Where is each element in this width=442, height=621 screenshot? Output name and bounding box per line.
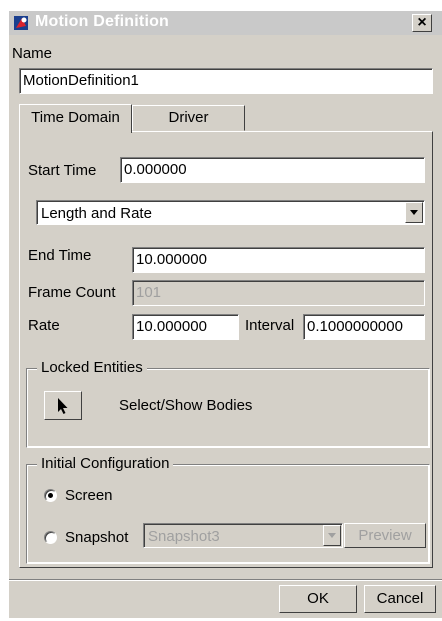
frame-count-label: Frame Count bbox=[28, 284, 116, 301]
preview-button: Preview bbox=[344, 523, 426, 548]
tab-time-domain[interactable]: Time Domain bbox=[19, 104, 132, 133]
footer-separator bbox=[9, 579, 442, 581]
locked-entities-title: Locked Entities bbox=[37, 359, 147, 376]
tab-driver[interactable]: Driver bbox=[132, 105, 245, 131]
mode-dropdown-value: Length and Rate bbox=[41, 205, 152, 222]
window-title: Motion Definition bbox=[35, 13, 170, 30]
screen-radio[interactable] bbox=[44, 489, 57, 502]
frame-count-input: 101 bbox=[132, 280, 425, 306]
interval-input[interactable]: 0.1000000000 bbox=[303, 314, 425, 340]
cancel-button[interactable]: Cancel bbox=[364, 585, 436, 613]
start-time-input[interactable]: 0.000000 bbox=[120, 157, 425, 183]
title-bar[interactable]: Motion Definition × bbox=[9, 11, 442, 35]
select-show-bodies-label: Select/Show Bodies bbox=[119, 397, 253, 414]
select-bodies-button[interactable] bbox=[44, 391, 82, 420]
interval-label: Interval bbox=[245, 317, 295, 334]
mode-dropdown-button[interactable] bbox=[405, 202, 423, 223]
app-icon bbox=[14, 16, 28, 30]
cursor-arrow-icon bbox=[58, 398, 68, 414]
rate-input[interactable]: 10.000000 bbox=[132, 314, 239, 340]
screen-radio-label[interactable]: Screen bbox=[65, 487, 113, 504]
end-time-label: End Time bbox=[28, 247, 92, 264]
motion-definition-dialog: Motion Definition × Name MotionDefinitio… bbox=[8, 10, 442, 618]
chevron-down-icon bbox=[410, 210, 418, 215]
initial-configuration-group: Initial Configuration bbox=[26, 455, 430, 564]
ok-button-label: OK bbox=[307, 590, 329, 607]
rate-label: Rate bbox=[28, 317, 60, 334]
cancel-button-label: Cancel bbox=[376, 590, 424, 607]
tab-time-domain-label: Time Domain bbox=[31, 109, 120, 126]
snapshot-radio-label[interactable]: Snapshot bbox=[65, 529, 128, 546]
close-icon: × bbox=[417, 14, 427, 31]
close-button[interactable]: × bbox=[412, 14, 432, 32]
snapshot-dropdown: Snapshot3 bbox=[143, 523, 343, 548]
start-time-label: Start Time bbox=[28, 162, 97, 179]
ok-button[interactable]: OK bbox=[279, 585, 357, 613]
tab-driver-label: Driver bbox=[168, 109, 209, 126]
snapshot-dropdown-value: Snapshot3 bbox=[148, 528, 220, 545]
name-input[interactable]: MotionDefinition1 bbox=[19, 68, 433, 94]
end-time-input[interactable]: 10.000000 bbox=[132, 247, 425, 273]
name-label: Name bbox=[12, 45, 53, 62]
preview-button-label: Preview bbox=[358, 527, 412, 544]
chevron-down-icon bbox=[328, 533, 336, 538]
radio-selected-dot bbox=[48, 493, 53, 498]
mode-dropdown[interactable]: Length and Rate bbox=[36, 200, 425, 225]
snapshot-radio[interactable] bbox=[44, 531, 57, 544]
initial-configuration-title: Initial Configuration bbox=[37, 455, 174, 472]
snapshot-dropdown-button bbox=[323, 525, 341, 546]
